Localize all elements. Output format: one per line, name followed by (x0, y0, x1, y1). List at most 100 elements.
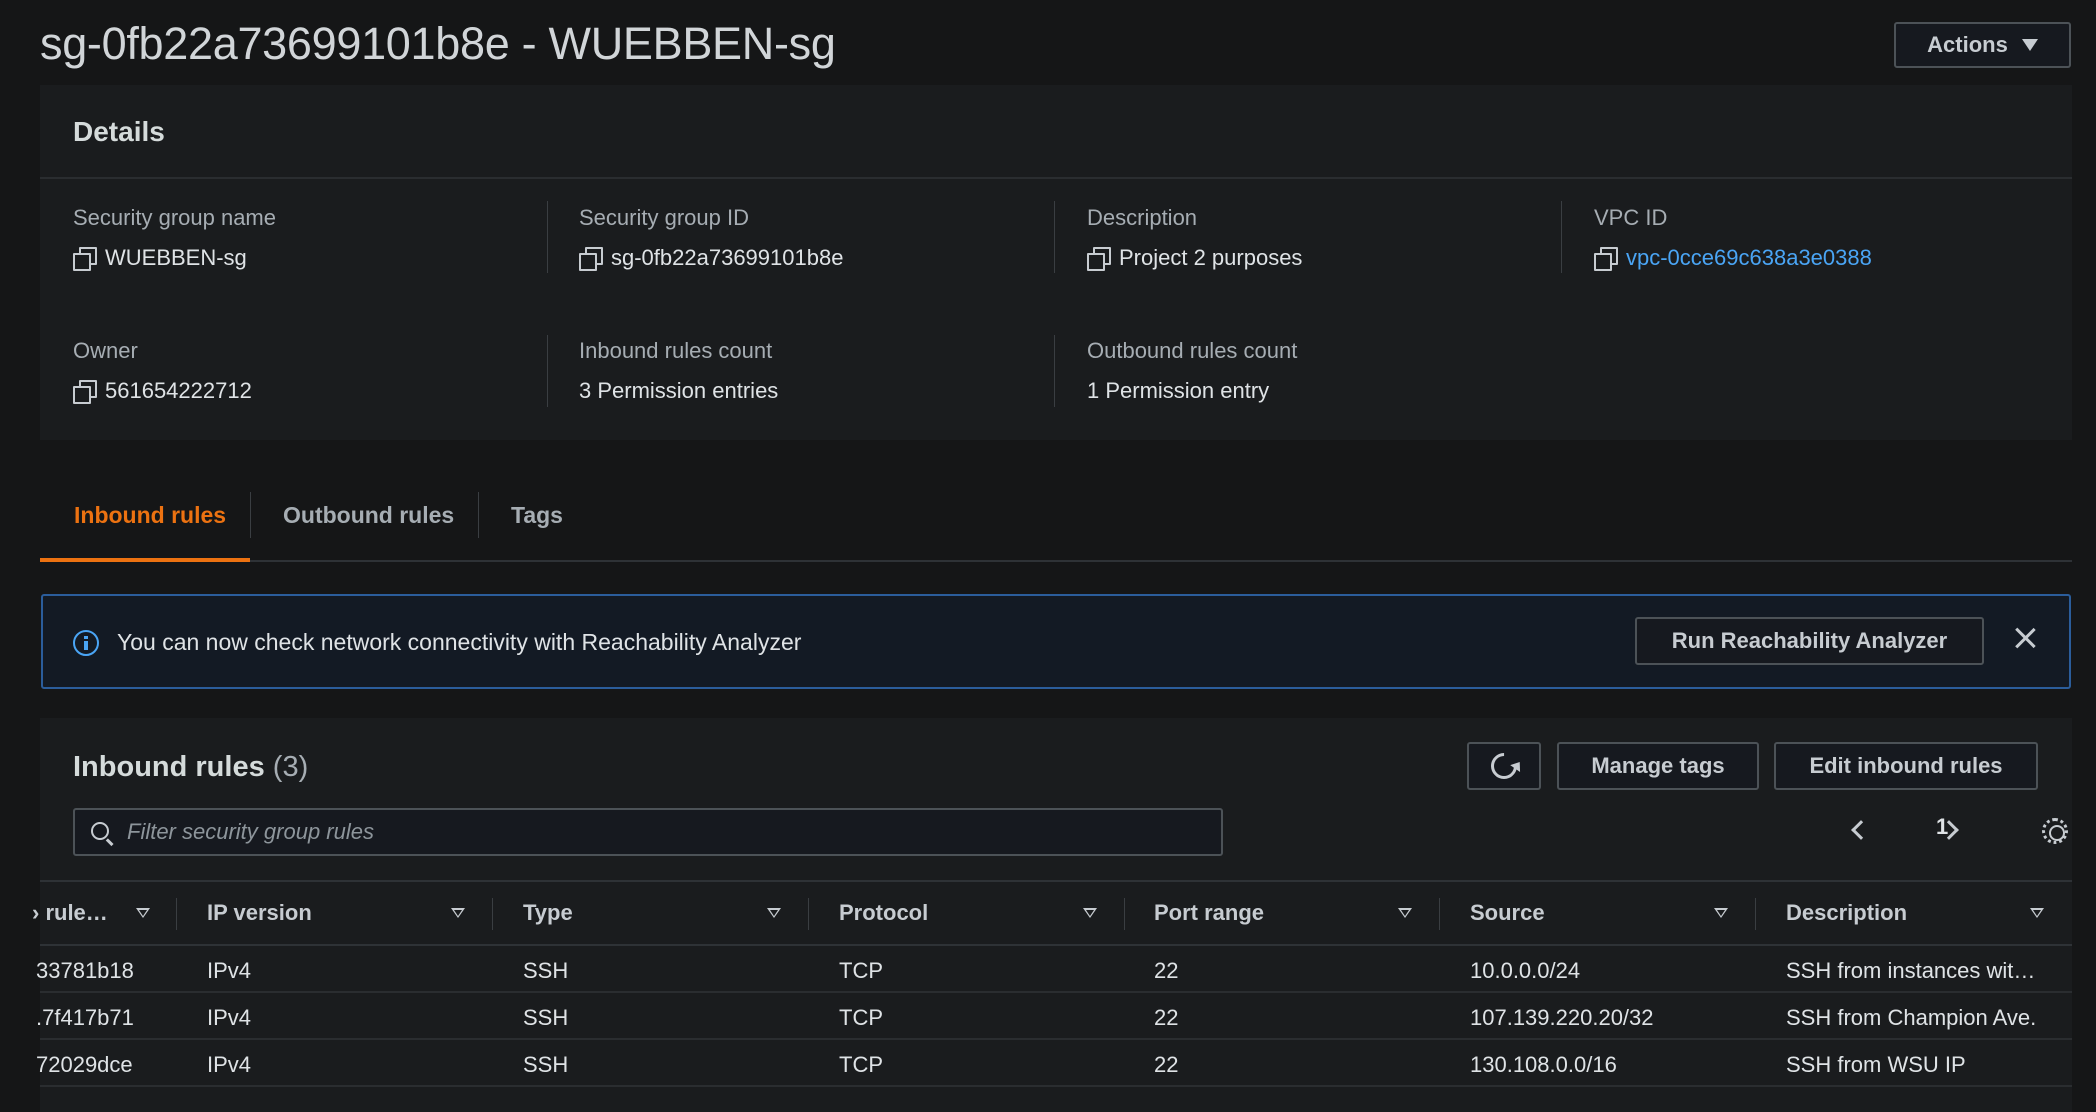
actions-button[interactable]: Actions (1894, 22, 2071, 68)
cell-ip-version: IPv4 (207, 958, 252, 983)
caret-down-icon (2021, 39, 2038, 51)
field-value: sg-0fb22a73699101b8e (579, 245, 843, 271)
column-header-rule-id[interactable]: › rule… (32, 900, 108, 926)
sort-icon[interactable] (451, 908, 465, 920)
edit-inbound-rules-button[interactable]: Edit inbound rules (1774, 742, 2038, 790)
cell-protocol: TCP (839, 958, 883, 983)
divider (808, 898, 809, 930)
table-row[interactable]: .7f417b71 IPv4 SSH TCP 22 107.139.220.20… (36, 993, 2072, 1040)
field-security-group-name: Security group name WUEBBEN-sg (73, 205, 276, 271)
sort-icon[interactable] (1714, 908, 1728, 920)
sort-icon[interactable] (1398, 908, 1412, 920)
cell-ip-version: IPv4 (207, 1052, 252, 1077)
rules-title: Inbound rules (3) (73, 751, 308, 784)
rules-count: (3) (272, 751, 309, 783)
details-header: Details (40, 85, 2072, 179)
copy-icon[interactable] (73, 247, 97, 271)
rules-title-text: Inbound rules (73, 751, 265, 783)
cell-rule-id: 72029dce (36, 1052, 133, 1077)
active-tab-indicator (40, 558, 250, 562)
cell-type: SSH (523, 1052, 569, 1077)
field-value: WUEBBEN-sg (73, 245, 276, 271)
sort-icon[interactable] (136, 908, 150, 920)
field-owner: Owner 561654222712 (73, 338, 252, 404)
column-header-ip-version[interactable]: IP version (207, 900, 312, 926)
cell-description: SSH from WSU IP (1786, 1052, 1966, 1077)
divider (478, 492, 479, 538)
details-title: Details (73, 116, 165, 147)
cell-description: SSH from instances wit… (1786, 958, 2036, 983)
column-header-description[interactable]: Description (1786, 900, 1907, 926)
column-header-port-range[interactable]: Port range (1154, 900, 1264, 926)
search-box (73, 808, 1223, 856)
field-label: Description (1087, 205, 1198, 230)
copy-icon[interactable] (73, 380, 97, 404)
info-icon (73, 630, 99, 656)
field-label: Security group ID (579, 205, 749, 230)
field-outbound-rules-count: Outbound rules count 1 Permission entry (1087, 338, 1297, 404)
field-label: Security group name (73, 205, 276, 230)
sort-icon[interactable] (1083, 908, 1097, 920)
actions-label: Actions (1927, 32, 2008, 57)
close-icon[interactable] (2009, 622, 2041, 654)
field-value: 561654222712 (73, 378, 252, 404)
refresh-button[interactable] (1467, 742, 1541, 790)
field-label: Owner (73, 338, 138, 363)
search-icon (91, 822, 109, 840)
cell-rule-id: 33781b18 (36, 958, 134, 983)
divider (1124, 898, 1125, 930)
rules-table: › rule… IP version Type Protocol Port ra… (32, 880, 2072, 1087)
field-label: VPC ID (1594, 205, 1668, 230)
cell-ip-version: IPv4 (207, 1005, 252, 1030)
table-row[interactable]: 33781b18 IPv4 SSH TCP 22 10.0.0.0/24 SSH… (36, 946, 2072, 993)
sort-icon[interactable] (767, 908, 781, 920)
divider (1054, 335, 1055, 407)
refresh-icon (1485, 747, 1523, 785)
column-header-source[interactable]: Source (1470, 900, 1545, 926)
tab-inbound-rules[interactable]: Inbound rules (74, 502, 226, 529)
inbound-rules-panel: Inbound rules (3) Manage tags Edit inbou… (32, 718, 2072, 1112)
cell-type: SSH (523, 958, 569, 983)
security-group-id-value: sg-0fb22a73699101b8e (611, 245, 844, 270)
tab-tags[interactable]: Tags (511, 502, 563, 529)
tab-bar: Inbound rules Outbound rules Tags (40, 480, 2072, 562)
cell-source: 107.139.220.20/32 (1470, 1005, 1654, 1030)
cell-description: SSH from Champion Ave. (1786, 1005, 2037, 1030)
table-header: › rule… IP version Type Protocol Port ra… (32, 880, 2072, 946)
filter-input[interactable] (127, 810, 1207, 854)
owner-value: 561654222712 (105, 378, 252, 403)
divider (1755, 898, 1756, 930)
run-reachability-analyzer-button[interactable]: Run Reachability Analyzer (1635, 617, 1984, 665)
chevron-left-icon[interactable] (1851, 820, 1871, 840)
divider (1054, 201, 1055, 273)
field-description: Description Project 2 purposes (1087, 205, 1302, 271)
vpc-id-link[interactable]: vpc-0cce69c638a3e0388 (1626, 245, 1872, 271)
divider (492, 898, 493, 930)
divider (547, 335, 548, 407)
gear-icon[interactable] (2042, 818, 2068, 844)
cell-port-range: 22 (1154, 958, 1179, 983)
divider (250, 492, 251, 538)
page-title: sg-0fb22a73699101b8e - WUEBBEN-sg (40, 18, 836, 69)
copy-icon[interactable] (1594, 247, 1618, 271)
cell-port-range: 22 (1154, 1052, 1179, 1077)
column-header-protocol[interactable]: Protocol (839, 900, 928, 926)
description-value: Project 2 purposes (1119, 245, 1303, 270)
details-panel: Details Security group name WUEBBEN-sg S… (40, 85, 2072, 440)
copy-icon[interactable] (1087, 247, 1111, 271)
copy-icon[interactable] (579, 247, 603, 271)
field-label: Inbound rules count (579, 338, 773, 363)
info-alert: You can now check network connectivity w… (41, 594, 2071, 689)
field-value: 3 Permission entries (579, 378, 778, 404)
cell-rule-id: .7f417b71 (36, 1005, 134, 1030)
manage-tags-button[interactable]: Manage tags (1557, 742, 1759, 790)
table-row[interactable]: 72029dce IPv4 SSH TCP 22 130.108.0.0/16 … (36, 1040, 2072, 1087)
field-security-group-id: Security group ID sg-0fb22a73699101b8e (579, 205, 843, 271)
cell-source: 10.0.0.0/24 (1470, 958, 1581, 983)
column-header-type[interactable]: Type (523, 900, 573, 926)
divider (1439, 898, 1440, 930)
divider (547, 201, 548, 273)
field-value: 1 Permission entry (1087, 378, 1297, 404)
sort-icon[interactable] (2030, 908, 2044, 920)
tab-outbound-rules[interactable]: Outbound rules (283, 502, 454, 529)
